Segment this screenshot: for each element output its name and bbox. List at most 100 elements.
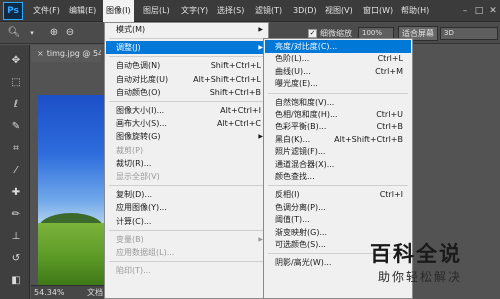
menu-9[interactable]: 视图(V) <box>322 0 356 22</box>
photoshop-logo: Ps <box>3 2 23 20</box>
watermark-subtitle: 助你轻松解决 <box>378 270 463 284</box>
menu-separator <box>109 56 264 58</box>
menu-item[interactable]: 色相/饱和度(H)... Ctrl+U <box>265 108 411 121</box>
eraser-tool-icon[interactable]: ◧ <box>7 273 25 289</box>
menu-item[interactable]: 黑白(K)... Alt+Shift+Ctrl+B <box>265 133 411 146</box>
menu-item[interactable]: 反相(I) Ctrl+I <box>265 188 411 201</box>
menu-item[interactable]: 色阶(L)... Ctrl+L <box>265 52 411 65</box>
menu-item-label: 黑白(K)... <box>275 134 311 144</box>
menu-item-shortcut: Ctrl+L <box>377 54 403 64</box>
menu-item-shortcut: Alt+Shift+Ctrl+B <box>334 134 403 144</box>
menu-item-label: 模式(M) <box>116 25 146 34</box>
menu-11[interactable]: 帮助(H) <box>398 0 432 22</box>
menu-item[interactable]: 曝光度(E)... <box>265 77 411 90</box>
menu-7[interactable]: 滤镜(T) <box>252 0 285 22</box>
menu-item[interactable]: 照片滤镜(F)... <box>265 145 411 158</box>
menu-item[interactable]: 裁切(R)... <box>106 157 267 170</box>
menu-item[interactable]: 自动对比度(U) Alt+Shift+Ctrl+L <box>106 73 267 86</box>
close-icon[interactable]: ✕ <box>486 0 500 22</box>
menu-item[interactable]: 通道混合器(X)... <box>265 158 411 171</box>
menu-item[interactable]: 调整(J) ▶ <box>106 41 267 55</box>
maximize-icon[interactable]: □ <box>472 0 486 22</box>
menu-item[interactable]: 亮度/对比度(C)... <box>265 40 411 53</box>
menu-item[interactable]: 颜色查找... <box>265 170 411 183</box>
menu-item[interactable]: 应用图像(Y)... <box>106 201 267 214</box>
menu-item[interactable]: 自然饱和度(V)... <box>265 96 411 109</box>
document-tab[interactable]: ×timg.jpg @ 54.3% <box>31 45 101 62</box>
marquee-tool-icon[interactable]: ⬚ <box>7 75 25 91</box>
menu-bar: Ps 文件(F) 编辑(E) 图像(I) 图层(L) 文字(Y) 选择(S) 滤镜(T) 3D… <box>0 0 500 22</box>
crop-tool-icon[interactable]: ⌗ <box>7 141 25 157</box>
menu-item-label: 阴影/高光(W)... <box>275 258 332 268</box>
menu-item: 陷印(T)... <box>106 264 267 277</box>
move-tool-icon[interactable]: ✥ <box>7 53 25 69</box>
menu-separator <box>109 101 264 102</box>
menu-item-label: 曲线(U)... <box>275 66 311 76</box>
menu-item-label: 调整(J) <box>116 43 141 53</box>
menu-item[interactable]: 图像旋转(G) ▶ <box>106 130 267 143</box>
menu-item-shortcut: Alt+Ctrl+I <box>220 106 261 115</box>
menu-item-label: 曝光度(E)... <box>275 79 318 89</box>
menu-1[interactable]: 文件(F) <box>30 0 63 22</box>
menu-item-shortcut: Ctrl+M <box>375 66 403 76</box>
menu-item-label: 应用图像(Y)... <box>116 203 167 213</box>
menu-item-label: 颜色查找... <box>275 172 315 181</box>
menu-item-shortcut: Ctrl+B <box>376 122 403 132</box>
menu-item-label: 显示全部(V) <box>116 172 160 181</box>
zoom-out-icon[interactable]: ⊖ <box>62 25 78 41</box>
menu-separator <box>109 38 264 40</box>
menu-item-label: 亮度/对比度(C)... <box>275 42 338 51</box>
eyedropper-tool-icon[interactable]: ⁄ <box>7 163 25 179</box>
menu-item-label: 可选颜色(S)... <box>275 240 326 249</box>
menu-item-label: 自动色调(N) <box>116 61 161 71</box>
menu-separator <box>109 261 264 263</box>
menu-4[interactable]: 图层(L) <box>140 0 173 22</box>
menu-item-label: 色彩平衡(B)... <box>275 122 327 132</box>
zoom-in-icon[interactable]: ⊕ <box>46 25 62 41</box>
menu-5[interactable]: 文字(Y) <box>178 0 211 22</box>
menu-8[interactable]: 3D(D) <box>290 0 320 22</box>
workspace-select[interactable]: 3D <box>440 27 498 40</box>
menu-item[interactable]: 画布大小(S)... Alt+Ctrl+C <box>106 117 267 130</box>
clone-stamp-tool-icon[interactable]: ⊥ <box>7 229 25 245</box>
menu-10[interactable]: 窗口(W) <box>360 0 396 22</box>
menu-2[interactable]: 编辑(E) <box>66 0 99 22</box>
close-tab-icon[interactable]: × <box>37 49 44 58</box>
menu-item[interactable]: 阈值(T)... <box>265 213 411 226</box>
menu-item-label: 裁切(R)... <box>116 158 152 168</box>
menu-item[interactable]: 色彩平衡(B)... Ctrl+B <box>265 120 411 133</box>
image-canvas[interactable] <box>38 95 104 285</box>
menu-item[interactable]: 模式(M) ▶ <box>106 23 267 36</box>
menu-item-label: 应用数据组(L)... <box>116 248 175 257</box>
quick-select-tool-icon[interactable]: ✎ <box>7 119 25 135</box>
menu-item-label: 色调分离(P)... <box>275 202 326 212</box>
menu-item: 变量(B) ▶ <box>106 233 267 246</box>
menu-separator <box>268 92 408 94</box>
menu-item-shortcut: Shift+Ctrl+B <box>209 87 261 97</box>
menu-item[interactable]: 自动颜色(O) Shift+Ctrl+B <box>106 86 267 99</box>
menu-6[interactable]: 选择(S) <box>214 0 247 22</box>
menu-item[interactable]: 渐变映射(G)... <box>265 226 411 239</box>
healing-brush-tool-icon[interactable]: ✚ <box>7 185 25 201</box>
dropdown-arrow-icon[interactable]: ▾ <box>24 25 40 41</box>
menu-3[interactable]: 图像(I) <box>103 0 134 22</box>
menu-item[interactable]: 计算(C)... <box>106 215 267 228</box>
zoom-icon[interactable]: 🔍︎ <box>6 25 22 41</box>
history-brush-tool-icon[interactable]: ↺ <box>7 251 25 267</box>
menu-item[interactable]: 自动色调(N) Shift+Ctrl+L <box>106 59 267 72</box>
menu-item: 显示全部(V) <box>106 170 267 183</box>
menu-item[interactable]: 色调分离(P)... <box>265 201 411 214</box>
menu-item[interactable]: 曲线(U)... Ctrl+M <box>265 65 411 78</box>
scrubby-zoom-checkbox[interactable]: ✓ <box>308 29 317 38</box>
grass-region <box>38 223 104 285</box>
menu-item[interactable]: 复制(D)... <box>106 188 267 201</box>
doc-status-label[interactable]: 文档 <box>87 286 103 299</box>
menu-item-shortcut: Shift+Ctrl+L <box>210 61 261 71</box>
menu-item[interactable]: 图像大小(I)... Alt+Ctrl+I <box>106 104 267 117</box>
menu-item-label: 裁剪(P) <box>116 145 144 155</box>
menu-item-label: 渐变映射(G)... <box>275 227 328 237</box>
brush-tool-icon[interactable]: ✏ <box>7 207 25 223</box>
lasso-tool-icon[interactable]: ℓ <box>7 97 25 113</box>
minimize-icon[interactable]: – <box>458 0 472 22</box>
zoom-level-status[interactable]: 54.34% <box>34 286 65 299</box>
